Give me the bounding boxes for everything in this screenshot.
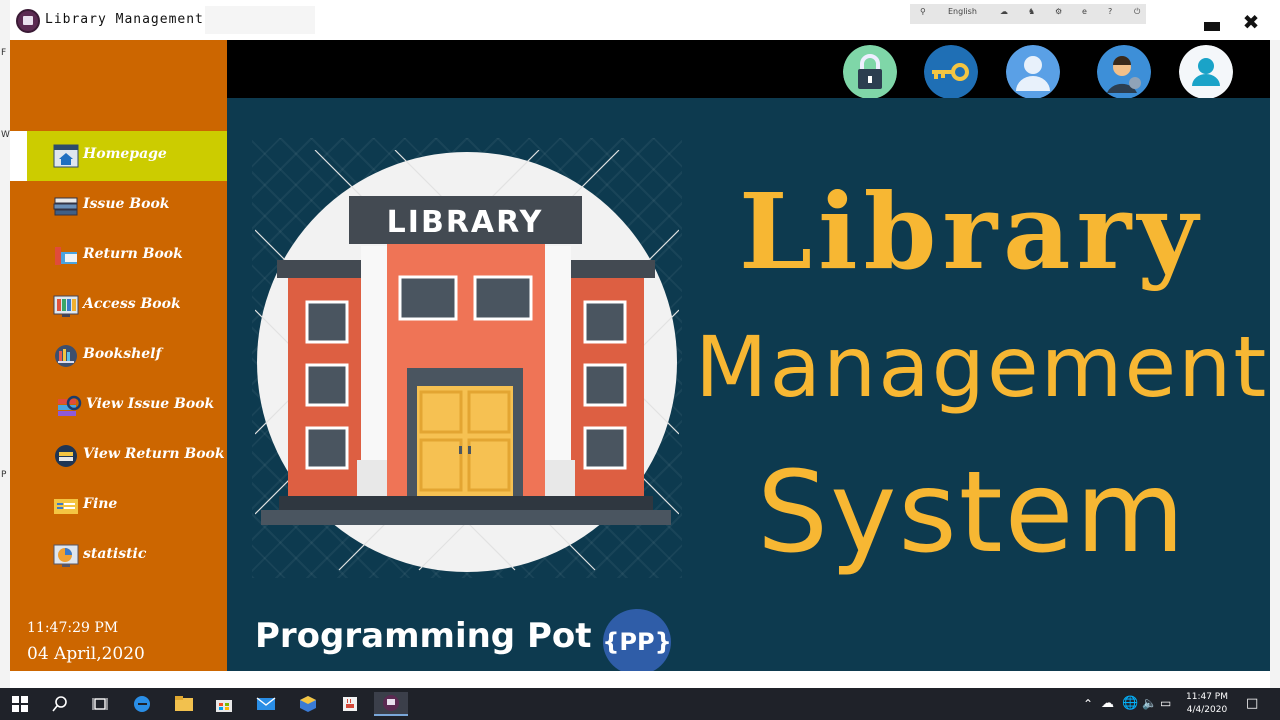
cloud-icon[interactable]: ☁ [1000, 7, 1008, 16]
sidebar-item-label: Access Book [83, 296, 181, 312]
file-explorer-button[interactable] [168, 692, 200, 716]
task-view-icon [92, 698, 108, 710]
sidebar-item-view-issue-book[interactable]: View Issue Book [10, 381, 227, 431]
key-button[interactable] [924, 45, 978, 99]
library-building-illustration: LIBRARY [255, 150, 679, 572]
banner-title-line1: Library [739, 170, 1204, 293]
right-strip [1270, 40, 1280, 688]
fine-icon [54, 499, 78, 514]
sidebar-item-return-book[interactable]: Return Book [10, 231, 227, 281]
ie-icon[interactable]: e [1082, 7, 1087, 16]
sidebar-item-label: View Issue Book [86, 396, 215, 412]
minimize-button[interactable] [1201, 11, 1223, 33]
title-tab-area [205, 6, 315, 34]
top-toolbar [227, 40, 1270, 99]
minimize-icon [1204, 21, 1220, 31]
title-bar: Library Management System ⚲ English ☁ ♞ … [10, 0, 1280, 40]
sidebar-item-label: Issue Book [83, 196, 170, 212]
mail-button[interactable] [250, 692, 282, 716]
sidebar-item-view-return-book[interactable]: View Return Book [10, 431, 227, 481]
store-icon [216, 700, 232, 712]
left-gutter: F W P [0, 0, 10, 688]
battery-icon[interactable]: ▭ [1160, 696, 1171, 710]
start-button[interactable] [4, 692, 36, 716]
clock-date: 04 April,2020 [27, 644, 145, 664]
task-view-button[interactable] [84, 692, 116, 716]
java-icon [343, 697, 357, 711]
edge-button[interactable] [126, 692, 158, 716]
bookshelf-icon [55, 345, 77, 367]
sidebar-item-statistic[interactable]: statistic [10, 531, 227, 581]
app-button-cube[interactable] [292, 692, 324, 716]
access-book-icon [53, 295, 79, 317]
library-app-icon [383, 695, 399, 711]
profile-button[interactable] [1179, 45, 1233, 99]
clock-time: 11:47:29 PM [27, 620, 119, 636]
search-button[interactable] [44, 692, 76, 716]
home-icon [53, 144, 79, 168]
tray-chevron-icon[interactable]: ⌃ [1083, 697, 1093, 711]
gutter-letter: W [1, 130, 10, 140]
view-issue-icon [58, 395, 82, 416]
user-button[interactable] [1006, 45, 1060, 99]
app-icon [16, 9, 40, 33]
brand-logo: {PP} [602, 609, 672, 671]
view-return-icon [55, 445, 77, 467]
notification-icon[interactable]: □ [1246, 696, 1258, 711]
sidebar: Homepage Issue Book Return Book Access B… [10, 40, 227, 671]
help-icon[interactable]: ? [1108, 7, 1112, 16]
folder-icon [175, 696, 193, 711]
brand-name: Programming Pot [255, 616, 592, 656]
close-button[interactable]: ✖ [1240, 10, 1262, 34]
search-icon [52, 696, 67, 712]
sidebar-item-bookshelf[interactable]: Bookshelf [10, 331, 227, 381]
gutter-letter: F [1, 48, 7, 58]
bottom-strip [10, 671, 1270, 688]
shirt-icon[interactable]: ♞ [1028, 7, 1035, 16]
sidebar-item-issue-book[interactable]: Issue Book [10, 181, 227, 231]
taskbar-time[interactable]: 11:47 PM [1182, 692, 1232, 702]
sidebar-item-fine[interactable]: Fine [10, 481, 227, 531]
taskbar-date[interactable]: 4/4/2020 [1182, 705, 1232, 715]
statistic-icon [53, 544, 79, 567]
windows-icon [12, 696, 28, 712]
gutter-letter: P [1, 470, 7, 480]
sidebar-item-label: Return Book [83, 246, 183, 262]
banner-title-line3: System [757, 448, 1187, 578]
store-button[interactable] [208, 692, 240, 716]
sidebar-item-label: statistic [83, 546, 147, 562]
active-marker [10, 131, 27, 181]
cube-app-icon [300, 696, 316, 712]
language-toolbar[interactable]: ⚲ English ☁ ♞ ⚙ e ? ⏻ [910, 4, 1146, 24]
admin-button[interactable] [1097, 45, 1151, 99]
language-label[interactable]: English [948, 7, 977, 16]
banner-title-line2: Management [695, 318, 1269, 416]
power-icon[interactable]: ⏻ [1134, 7, 1140, 17]
library-sign-text: LIBRARY [387, 205, 544, 240]
taskbar: ⌃ ☁ 🌐 🔈 ▭ 11:47 PM 4/4/2020 □ [0, 688, 1280, 720]
sidebar-item-label: Homepage [83, 146, 167, 162]
mail-icon [256, 697, 276, 710]
search-icon[interactable]: ⚲ [920, 7, 926, 16]
sidebar-item-access-book[interactable]: Access Book [10, 281, 227, 331]
return-book-icon [55, 247, 77, 265]
sidebar-item-label: View Return Book [83, 446, 225, 462]
network-icon[interactable]: 🌐 [1122, 696, 1138, 711]
library-app-task-button[interactable] [374, 692, 408, 716]
sidebar-item-label: Bookshelf [83, 346, 162, 362]
close-icon: ✖ [1242, 10, 1260, 34]
gear-icon[interactable]: ⚙ [1055, 7, 1062, 16]
edge-icon [134, 696, 150, 712]
home-banner: LIBRARY Library Management System Progra… [227, 98, 1270, 671]
sidebar-item-homepage[interactable]: Homepage [10, 131, 227, 181]
volume-icon[interactable]: 🔈 [1142, 696, 1157, 710]
sidebar-item-label: Fine [83, 496, 118, 512]
java-app-button[interactable] [334, 692, 366, 716]
lock-button[interactable] [843, 45, 897, 99]
onedrive-icon[interactable]: ☁ [1101, 696, 1114, 711]
books-stack-icon [53, 197, 78, 216]
